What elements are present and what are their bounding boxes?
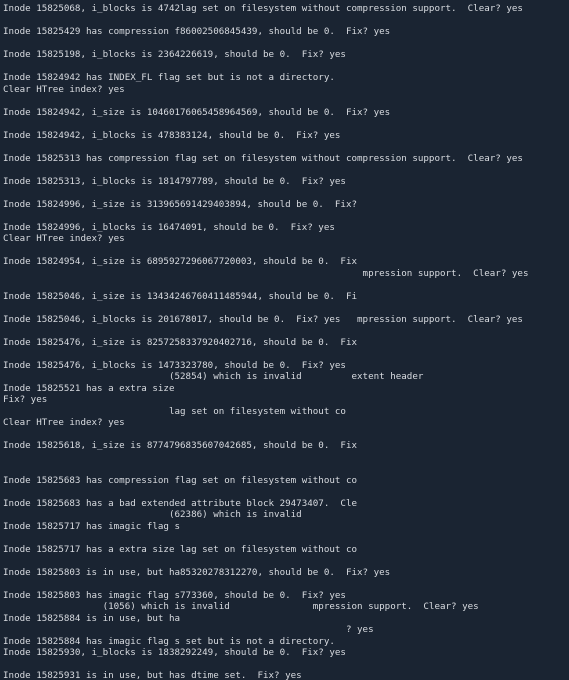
terminal-line: Inode 15824954, i_size is 68959272960677…	[3, 256, 566, 268]
terminal-line: Inode 15824942 has INDEX_FL flag set but…	[3, 72, 566, 84]
terminal-line	[3, 659, 566, 671]
terminal-line: Clear HTree index? yes	[3, 417, 566, 429]
terminal-line	[3, 452, 566, 464]
terminal-line: Inode 15825476, i_blocks is 1473323780, …	[3, 360, 566, 372]
terminal-line: Inode 15825884 has imagic flag s set but…	[3, 636, 566, 648]
terminal-line: ? yes	[3, 624, 566, 636]
terminal-line: Inode 15825717 has a extra size lag set …	[3, 544, 566, 556]
terminal-line	[3, 38, 566, 50]
terminal-line: lag set on filesystem without co	[3, 406, 566, 418]
terminal-line	[3, 141, 566, 153]
terminal-line: Inode 15824996, i_blocks is 16474091, sh…	[3, 222, 566, 234]
terminal-line: (52854) which is invalid extent header	[3, 371, 566, 383]
terminal-line	[3, 245, 566, 257]
terminal-line: Inode 15825046, i_size is 13434246760411…	[3, 291, 566, 303]
terminal-line: Inode 15825803 is in use, but ha85320278…	[3, 567, 566, 579]
terminal-line	[3, 187, 566, 199]
terminal-line: mpression support. Clear? yes	[3, 268, 566, 280]
terminal-line: Inode 15825068, i_blocks is 4742lag set …	[3, 3, 566, 15]
terminal-line: Inode 15825046, i_blocks is 201678017, s…	[3, 314, 566, 326]
terminal-line: Inode 15825683 has a bad extended attrib…	[3, 498, 566, 510]
terminal-line: Inode 15825429 has compression f86002506…	[3, 26, 566, 38]
terminal-line	[3, 325, 566, 337]
terminal-output: Inode 15825068, i_blocks is 4742lag set …	[3, 3, 566, 680]
terminal-line	[3, 348, 566, 360]
terminal-line: (1056) which is invalid mpression suppor…	[3, 601, 566, 613]
terminal-line	[3, 578, 566, 590]
terminal-line: Inode 15825884 is in use, but ha	[3, 613, 566, 625]
terminal-line: Inode 15824942, i_size is 10460176065458…	[3, 107, 566, 119]
terminal-line: Inode 15825683 has compression flag set …	[3, 475, 566, 487]
terminal-line: Inode 15825476, i_size is 82572583379204…	[3, 337, 566, 349]
terminal-line: Fix? yes	[3, 394, 566, 406]
terminal-line: (62386) which is invalid	[3, 509, 566, 521]
terminal-line: Inode 15825930, i_blocks is 1838292249, …	[3, 647, 566, 659]
terminal-line	[3, 302, 566, 314]
terminal-line: Inode 15825931 is in use, but has dtime …	[3, 670, 566, 680]
terminal-line	[3, 95, 566, 107]
terminal-line: Inode 15825521 has a extra size	[3, 383, 566, 395]
terminal-line: Inode 15825313, i_blocks is 1814797789, …	[3, 176, 566, 188]
terminal-line: Inode 15824942, i_blocks is 478383124, s…	[3, 130, 566, 142]
terminal-line	[3, 61, 566, 73]
terminal-line: Inode 15825803 has imagic flag s773360, …	[3, 590, 566, 602]
terminal-line	[3, 118, 566, 130]
terminal-line: Inode 15825313 has compression flag set …	[3, 153, 566, 165]
terminal-line	[3, 532, 566, 544]
terminal-line: Clear HTree index? yes	[3, 84, 566, 96]
terminal-line: Inode 15825198, i_blocks is 2364226619, …	[3, 49, 566, 61]
terminal-line	[3, 555, 566, 567]
terminal-line	[3, 463, 566, 475]
terminal-line	[3, 164, 566, 176]
terminal-line	[3, 15, 566, 27]
terminal-line: Clear HTree index? yes	[3, 233, 566, 245]
terminal-line	[3, 279, 566, 291]
terminal-line: Inode 15825618, i_size is 87747968356070…	[3, 440, 566, 452]
terminal-line	[3, 429, 566, 441]
terminal-line	[3, 210, 566, 222]
terminal-line: Inode 15825717 has imagic flag s	[3, 521, 566, 533]
terminal-line	[3, 486, 566, 498]
terminal-line: Inode 15824996, i_size is 31396569142940…	[3, 199, 566, 211]
